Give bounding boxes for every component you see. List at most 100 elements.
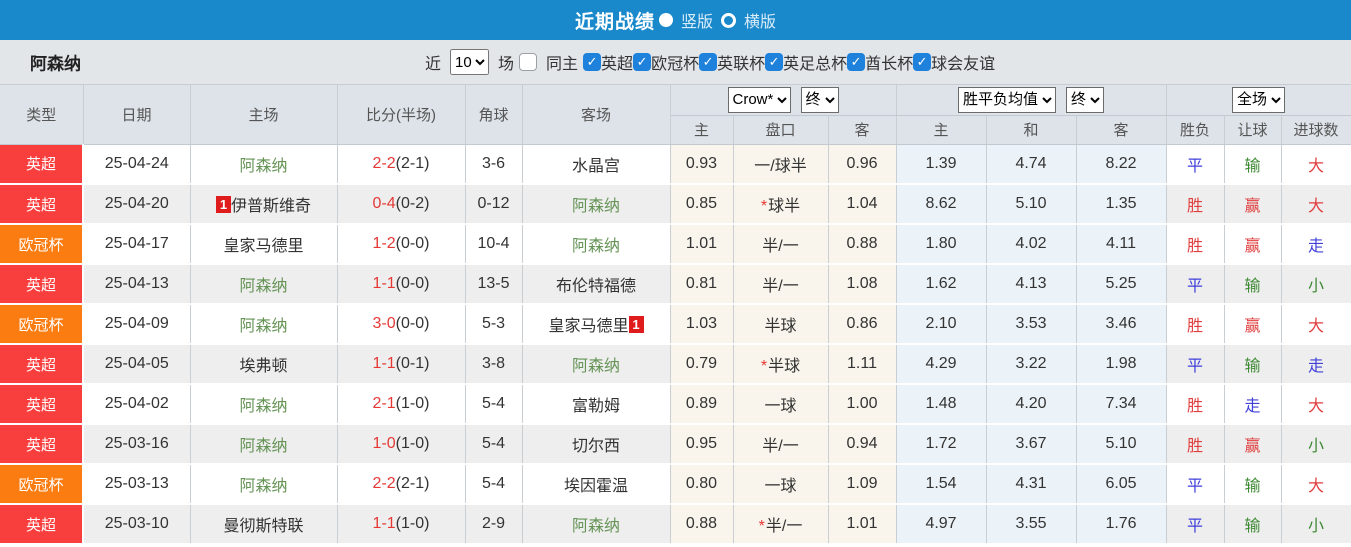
handicap-value: 半球 (768, 358, 801, 375)
same-home-label[interactable]: 同主 (546, 50, 578, 74)
home-team-link[interactable]: 埃弗顿 (239, 358, 287, 375)
type-badge-cell: 英超 (0, 384, 84, 425)
handicap-value: 半球 (764, 318, 797, 335)
radio-horizontal-label[interactable]: 横版 (744, 8, 776, 32)
away-team-link[interactable]: 皇家马德里 (548, 318, 628, 335)
corner-cell: 5-4 (465, 464, 523, 505)
handicap-value: 半/一 (765, 518, 803, 535)
home-team-link[interactable]: 阿森纳 (239, 278, 287, 295)
corner-cell: 3-6 (465, 144, 523, 185)
near-label: 近 (425, 56, 442, 73)
type-badge-cell: 英超 (0, 504, 84, 545)
avg-away-cell: 6.05 (1076, 464, 1167, 505)
corner-cell: 2-9 (465, 504, 523, 545)
match-date: 25-04-20 (83, 184, 191, 225)
result-cell: 平 (1166, 144, 1225, 185)
avg-draw-cell: 3.22 (986, 344, 1077, 385)
away-team-link[interactable]: 阿森纳 (572, 238, 620, 255)
away-team-link[interactable]: 阿森纳 (572, 518, 620, 535)
avg-home-cell: 1.72 (896, 424, 987, 465)
avg-home-cell: 4.97 (896, 504, 987, 545)
header-score: 比分(半场) (337, 85, 466, 145)
home-team-cell: 阿森纳 (190, 144, 338, 185)
type-badge-cell: 欧冠杯 (0, 304, 84, 345)
result-cell: 胜 (1166, 224, 1225, 265)
radio-vertical-label[interactable]: 竖版 (681, 8, 713, 32)
result-cell: 胜 (1166, 184, 1225, 225)
handicap-cell: 半/一 (733, 264, 829, 305)
away-team-cell: 布伦特福德 (522, 264, 671, 305)
table-row: 英超 25-03-16 阿森纳 1-0(1-0) 5-4 切尔西 0.95 半/… (0, 424, 1351, 465)
odds-home-cell: 0.79 (670, 344, 734, 385)
avg-state-select[interactable]: 终 (1066, 86, 1105, 113)
away-team-cell: 皇家马德里 1 (522, 304, 671, 345)
same-home-checkbox[interactable] (519, 53, 538, 71)
radio-vertical-selected-icon[interactable] (658, 13, 673, 27)
home-team-link[interactable]: 阿森纳 (239, 318, 287, 335)
home-team-link[interactable]: 皇家马德里 (223, 238, 303, 255)
away-team-link[interactable]: 水晶宫 (572, 158, 620, 175)
away-team-cell: 阿森纳 (522, 504, 671, 545)
goals-cell: 走 (1281, 224, 1351, 265)
odds-away-cell: 0.96 (828, 144, 897, 185)
league-filter[interactable]: ✓ 欧冠杯 (633, 50, 699, 74)
home-team-link[interactable]: 曼彻斯特联 (223, 518, 303, 535)
result-cell: 胜 (1166, 304, 1225, 345)
away-team-cell: 阿森纳 (522, 344, 671, 385)
away-team-link[interactable]: 阿森纳 (572, 198, 620, 215)
league-filter[interactable]: ✓ 英超 (583, 50, 633, 74)
league-filter[interactable]: ✓ 酋长杯 (847, 50, 913, 74)
result-cell: 平 (1166, 464, 1225, 505)
let-result-cell: 输 (1224, 464, 1282, 505)
scope-select[interactable]: 全场 (1232, 86, 1286, 113)
away-team-link[interactable]: 布伦特福德 (556, 278, 636, 295)
avg-away-cell: 1.35 (1076, 184, 1167, 225)
odds-company-select[interactable]: Crow* (727, 86, 791, 113)
full-time-score: 1-1 (372, 515, 396, 532)
away-team-link[interactable]: 阿森纳 (572, 358, 620, 375)
home-team-cell: 埃弗顿 (190, 344, 338, 385)
away-team-link[interactable]: 切尔西 (572, 438, 620, 455)
full-time-score: 1-1 (372, 275, 396, 292)
corner-cell: 5-4 (465, 384, 523, 425)
avg-type-select[interactable]: 胜平负均值 (958, 86, 1057, 113)
half-time-score: (1-0) (395, 395, 430, 412)
avg-home-cell: 8.62 (896, 184, 987, 225)
full-time-score: 1-0 (372, 435, 396, 452)
home-team-link[interactable]: 阿森纳 (239, 478, 287, 495)
avg-away-cell: 1.98 (1076, 344, 1167, 385)
avg-draw-cell: 5.10 (986, 184, 1077, 225)
home-team-link[interactable]: 阿森纳 (239, 158, 287, 175)
home-team-link[interactable]: 阿森纳 (239, 398, 287, 415)
avg-home-cell: 1.80 (896, 224, 987, 265)
header-goals: 进球数 (1281, 115, 1351, 145)
home-team-link[interactable]: 伊普斯维奇 (231, 198, 311, 215)
league-filter[interactable]: ✓ 球会友谊 (913, 50, 995, 74)
checkbox-checked-icon: ✓ (913, 53, 932, 71)
let-result-cell: 赢 (1224, 184, 1282, 225)
odds-home-cell: 0.80 (670, 464, 734, 505)
handicap-value: 半/一 (762, 278, 799, 295)
handicap-cell: 半球 (733, 304, 829, 345)
score-cell: 3-0(0-0) (337, 304, 466, 345)
league-filter[interactable]: ✓ 英联杯 (699, 50, 765, 74)
home-team-link[interactable]: 阿森纳 (239, 438, 287, 455)
odds-state-select[interactable]: 终 (800, 86, 839, 113)
radio-horizontal-icon[interactable] (721, 12, 736, 28)
header-corner: 角球 (465, 85, 523, 145)
header-date: 日期 (83, 85, 191, 145)
score-cell: 1-0(1-0) (337, 424, 466, 465)
away-team-link[interactable]: 埃因霍温 (564, 478, 628, 495)
checkbox-checked-icon: ✓ (583, 53, 602, 71)
league-filter[interactable]: ✓ 英足总杯 (765, 50, 847, 74)
match-count-select[interactable]: 10 (450, 49, 490, 75)
score-cell: 2-2(2-1) (337, 144, 466, 185)
odds-away-cell: 1.11 (828, 344, 897, 385)
result-cell: 胜 (1166, 424, 1225, 465)
away-team-link[interactable]: 富勒姆 (572, 398, 620, 415)
handicap-cell: *球半 (733, 184, 829, 225)
type-badge-cell: 欧冠杯 (0, 464, 84, 505)
odds-home-cell: 0.85 (670, 184, 734, 225)
half-time-score: (2-1) (395, 154, 430, 172)
topbar: 近期战绩 竖版 横版 (0, 0, 1351, 40)
